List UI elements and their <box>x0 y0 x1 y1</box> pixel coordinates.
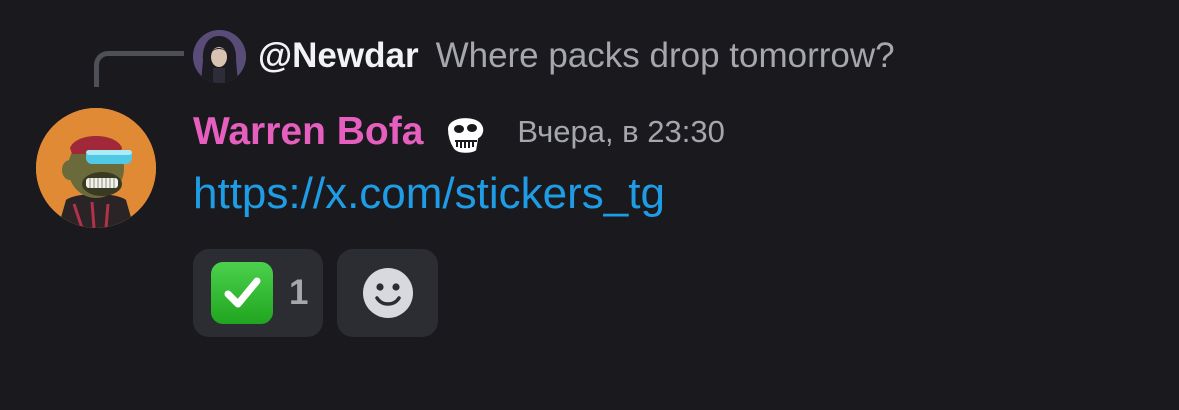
message-author-name[interactable]: Warren Bofa <box>193 110 423 154</box>
bored-ape-avatar-icon[interactable] <box>36 108 156 228</box>
add-reaction-button[interactable] <box>337 249 438 337</box>
reply-message-text[interactable]: Where packs drop tomorrow? <box>436 36 895 76</box>
reactions-bar: 1 <box>193 249 438 337</box>
ape-skull-icon[interactable] <box>439 107 489 157</box>
white-check-mark-icon <box>211 262 273 324</box>
message-timestamp: Вчера, в 23:30 <box>517 114 725 149</box>
chat-message-view: @Newdar Where packs drop tomorrow? Warre… <box>0 0 1179 410</box>
reply-connector-line <box>94 51 184 87</box>
message-link[interactable]: https://x.com/stickers_tg <box>193 166 665 222</box>
reaction-check-button[interactable]: 1 <box>193 249 323 337</box>
message-header: Warren Bofa Вчера, в 23:30 <box>193 104 725 160</box>
add-reaction-smiley-icon <box>362 267 414 319</box>
reply-author-name[interactable]: @Newdar <box>258 36 419 76</box>
reply-preview[interactable]: @Newdar Where packs drop tomorrow? <box>193 28 895 84</box>
reaction-count: 1 <box>289 273 309 312</box>
hooded-figure-avatar-icon[interactable] <box>193 29 246 83</box>
